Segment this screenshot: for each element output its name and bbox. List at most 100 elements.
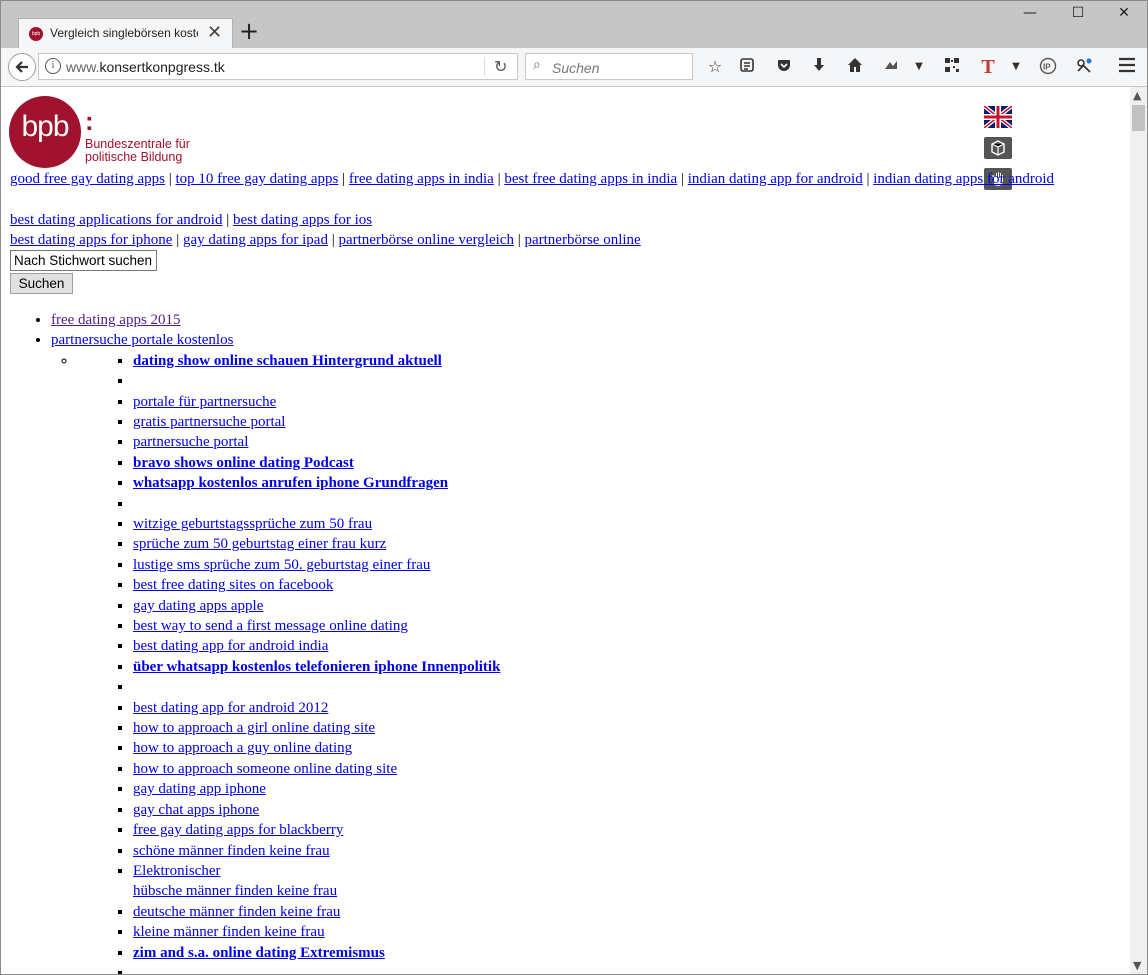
nested-list-link[interactable]: portale für partnersuche	[133, 394, 276, 410]
back-arrow-icon[interactable]	[8, 53, 36, 81]
nested-list-link[interactable]: best dating app for android india	[133, 638, 328, 654]
active-tab[interactable]: bpb Vergleich singlebörsen kostenlos ✕	[18, 18, 233, 48]
dropdown-arrow-icon[interactable]: ▼	[909, 57, 929, 77]
scroll-down-icon[interactable]: ▼	[1133, 959, 1141, 972]
nested-list-link[interactable]: partnersuche portal	[133, 434, 248, 450]
nested-list-link[interactable]: whatsapp kostenlos anrufen iphone Grundf…	[133, 475, 448, 491]
close-tab-icon[interactable]: ✕	[207, 22, 222, 43]
reload-icon[interactable]: ↻	[494, 57, 507, 76]
link-top-3[interactable]: free dating apps in india	[349, 171, 494, 187]
vertical-scrollbar[interactable]: ▲ ▼	[1130, 87, 1147, 974]
nested-list-link[interactable]: schöne männer finden keine frau	[133, 843, 330, 859]
screenshot-extension-icon[interactable]	[881, 57, 901, 77]
bookmark-star-icon[interactable]: ☆	[705, 57, 725, 77]
nested-list-item: best way to send a first message online …	[133, 616, 500, 636]
close-window-icon[interactable]: ✕	[1101, 5, 1147, 21]
menu-hamburger-icon[interactable]	[1117, 57, 1137, 77]
nested-list-link[interactable]: gay dating apps apple	[133, 598, 263, 614]
logo-colon: :	[85, 106, 94, 136]
url-bar[interactable]: i www.konsertkonpgress.tk ↻	[38, 53, 518, 80]
nested-list-link[interactable]: gay dating app iphone	[133, 781, 266, 797]
link-top-7[interactable]: best dating applications for android	[10, 212, 222, 228]
pocket-icon[interactable]	[774, 57, 794, 77]
nested-list-item: how to approach a guy online dating	[133, 738, 500, 758]
nested-list-link[interactable]: how to approach a guy online dating	[133, 740, 352, 756]
nested-list-link[interactable]: witzige geburtstagssprüche zum 50 frau	[133, 516, 372, 532]
tab-bar: bpb Vergleich singlebörsen kostenlos ✕ +…	[1, 1, 1147, 48]
nested-list-link[interactable]: how to approach someone online dating si…	[133, 761, 397, 777]
link-top-8[interactable]: best dating apps for ios	[233, 212, 372, 228]
url-divider	[484, 57, 485, 76]
list-link[interactable]: free dating apps 2015	[51, 312, 181, 328]
nested-list-item: dating show online schauen Hintergrund a…	[133, 351, 500, 371]
nested-list-link[interactable]: best way to send a first message online …	[133, 618, 408, 634]
cube-icon[interactable]	[984, 137, 1012, 159]
nested-list-item: best dating app for android india	[133, 636, 500, 656]
link-top-2[interactable]: top 10 free gay dating apps	[175, 171, 338, 187]
nested-list-item: best dating app for android 2012	[133, 698, 500, 718]
ip-icon[interactable]: IP	[1038, 57, 1058, 77]
nested-list-link[interactable]: best free dating sites on facebook	[133, 577, 333, 593]
nested-list-link[interactable]: dating show online schauen Hintergrund a…	[133, 353, 442, 369]
list-item: free dating apps 2015	[51, 310, 500, 330]
list-item: partnersuche portale kostenlos dating sh…	[51, 330, 500, 974]
link-top-6[interactable]: indian dating apps for android	[873, 171, 1054, 187]
search-placeholder: Suchen	[552, 60, 600, 76]
minimize-icon[interactable]: —	[1007, 5, 1053, 21]
link-top-4[interactable]: best free dating apps in india	[504, 171, 677, 187]
dropdown-arrow-icon-2[interactable]: ▼	[1006, 57, 1026, 77]
page-content: bpb : Bundeszentrale für politische Bildu…	[1, 87, 1130, 974]
nested-list-link[interactable]: hübsche männer finden keine frau	[133, 883, 337, 899]
new-tab-icon[interactable]: +	[239, 17, 259, 45]
nested-list-item: witzige geburtstagssprüche zum 50 frau	[133, 514, 500, 534]
link-top-11[interactable]: partnerbörse online vergleich	[338, 232, 514, 248]
nested-list-link[interactable]: Elektronischer	[133, 863, 220, 879]
link-top-5[interactable]: indian dating app for android	[688, 171, 863, 187]
article-list: free dating apps 2015 partnersuche porta…	[10, 310, 500, 974]
url-text[interactable]: www.konsertkonpgress.tk	[66, 59, 225, 75]
link-top-10[interactable]: gay dating apps for ipad	[183, 232, 328, 248]
nested-list-link[interactable]: zim and s.a. online dating Extremismus	[133, 945, 385, 961]
translate-t-icon[interactable]: T	[978, 57, 998, 77]
link-top-12[interactable]: partnerbörse online	[524, 232, 640, 248]
info-icon[interactable]: i	[45, 58, 61, 74]
nested-list-link[interactable]: lustige sms sprüche zum 50. geburtstag e…	[133, 557, 430, 573]
link-top-1[interactable]: good free gay dating apps	[10, 171, 165, 187]
nested-list-link[interactable]: how to approach a girl online dating sit…	[133, 720, 375, 736]
nested-list-item	[133, 963, 500, 974]
nested-list-link[interactable]: free gay dating apps for blackberry	[133, 822, 343, 838]
nested-list-link[interactable]: best dating app for android 2012	[133, 700, 328, 716]
nested-list-item: best free dating sites on facebook	[133, 575, 500, 595]
browser-window: bpb Vergleich singlebörsen kostenlos ✕ +…	[0, 0, 1148, 975]
home-icon[interactable]	[845, 57, 865, 77]
logo-subtitle: Bundeszentrale für politische Bildung	[85, 137, 190, 164]
nested-list-link[interactable]: deutsche männer finden keine frau	[133, 904, 340, 920]
scroll-up-icon[interactable]: ▲	[1133, 89, 1141, 102]
tools-extension-icon[interactable]	[1074, 57, 1094, 77]
search-bar[interactable]: ⌕ Suchen	[525, 53, 693, 80]
reading-list-icon[interactable]	[737, 57, 757, 77]
nested-list-item: partnersuche portal	[133, 432, 500, 452]
sub-list-item: dating show online schauen Hintergrund a…	[77, 351, 500, 974]
nested-list-link[interactable]: gratis partnersuche portal	[133, 414, 285, 430]
svg-text:IP: IP	[1043, 63, 1051, 72]
keyword-search-input[interactable]: Nach Stichwort suchen	[10, 250, 157, 271]
maximize-icon[interactable]: ☐	[1055, 5, 1101, 21]
top-link-row-3: best dating apps for iphone | gay dating…	[10, 232, 641, 248]
bpb-logo[interactable]: bpb : Bundeszentrale für politische Bildu…	[9, 96, 199, 168]
nested-list-link[interactable]: sprüche zum 50 geburtstag einer frau kur…	[133, 536, 386, 552]
keyword-search-button[interactable]: Suchen	[10, 273, 73, 294]
nested-list-link[interactable]: gay chat apps iphone	[133, 802, 259, 818]
list-link[interactable]: partnersuche portale kostenlos	[51, 332, 233, 348]
nested-list-link[interactable]: über whatsapp kostenlos telefonieren iph…	[133, 659, 500, 675]
english-flag-icon[interactable]	[984, 106, 1012, 128]
link-top-9[interactable]: best dating apps for iphone	[10, 232, 172, 248]
qr-code-icon[interactable]	[942, 57, 962, 77]
scrollbar-thumb[interactable]	[1132, 105, 1145, 131]
nested-list-link[interactable]: kleine männer finden keine frau	[133, 924, 325, 940]
magnifier-icon: ⌕	[533, 57, 541, 73]
nested-list-link[interactable]: bravo shows online dating Podcast	[133, 455, 354, 471]
download-icon[interactable]	[809, 57, 829, 77]
nested-list-item: whatsapp kostenlos anrufen iphone Grundf…	[133, 473, 500, 493]
nested-list-item: über whatsapp kostenlos telefonieren iph…	[133, 657, 500, 677]
